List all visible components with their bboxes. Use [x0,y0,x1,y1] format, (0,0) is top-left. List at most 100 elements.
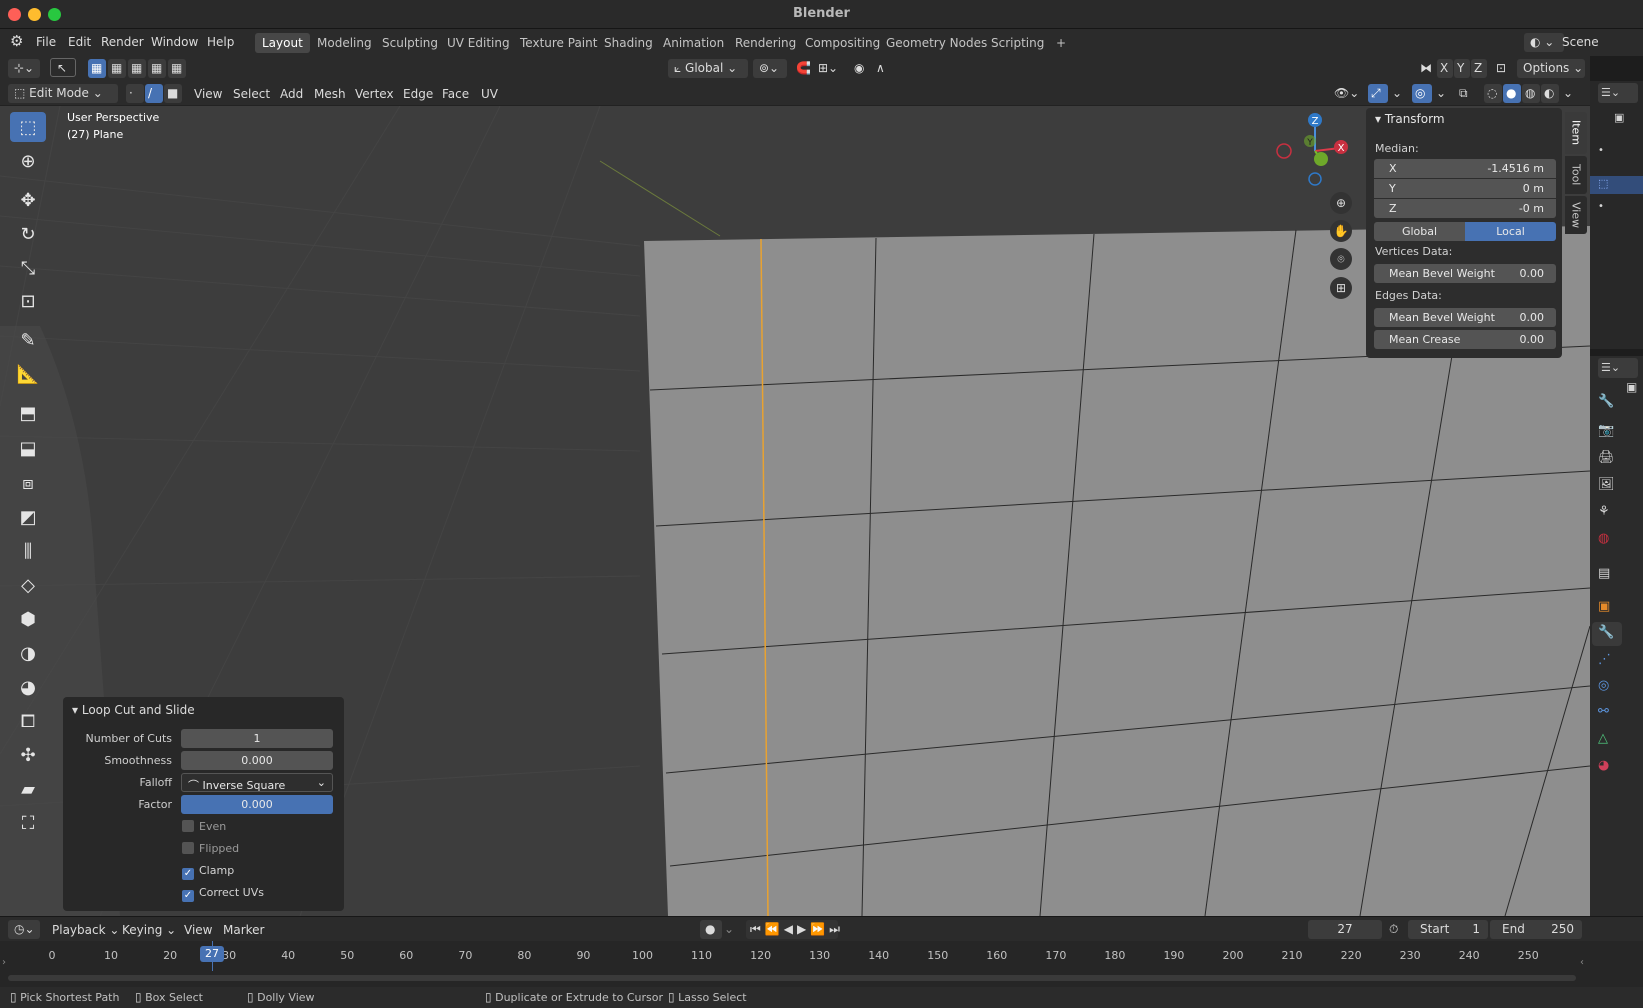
tab-compositing[interactable]: Compositing [798,33,887,53]
options-dropdown[interactable]: Options ⌄ [1517,59,1585,78]
material-properties-icon[interactable]: ◕ [1598,758,1609,773]
tab-item[interactable]: Item [1565,112,1587,154]
falloff-dropdown[interactable]: ⌒ Inverse Square ⌄ [181,773,333,792]
select-box-tool-icon[interactable]: ⬚ [10,112,46,142]
tab-rendering[interactable]: Rendering [728,33,803,53]
object-properties-icon[interactable]: ▣ [1598,599,1610,614]
select-mode-new-icon[interactable]: ▦ [88,59,106,78]
ortho-grid-icon[interactable]: ⊞ [1330,277,1352,299]
outliner-panel[interactable]: ☰⌄ ▣ ⬚ • • [1590,81,1643,349]
proportional-falloff-icon[interactable]: ∧ [870,59,900,78]
constraint-properties-icon[interactable]: ⚯ [1598,704,1609,719]
playback-controls[interactable]: ⏮⏪◀▶⏩⏭ [746,920,840,939]
current-frame-field[interactable]: 27 [1308,920,1382,939]
menu-edge[interactable]: Edge [403,87,433,101]
mirror-y-toggle[interactable]: Y [1454,59,1470,78]
median-z-field[interactable]: Z -0 m [1374,199,1556,218]
transform-panel-header[interactable]: ▾ Transform [1375,112,1445,126]
menu-vertex[interactable]: Vertex [355,87,394,101]
rotate-tool-icon[interactable]: ↻ [10,219,46,249]
end-frame-field[interactable]: End 250 [1490,920,1582,939]
data-properties-icon[interactable]: △ [1598,731,1608,746]
stopwatch-icon[interactable]: ⏱ [1389,922,1398,937]
menu-edit[interactable]: Edit [68,35,91,49]
edge-bevel-weight-field[interactable]: Mean Bevel Weight 0.00 [1374,308,1556,327]
shrink-fatten-tool-icon[interactable]: ✣ [10,740,46,770]
tab-animation[interactable]: Animation [656,33,731,53]
tab-shading[interactable]: Shading [597,33,660,53]
loop-cut-tool-icon[interactable]: ⫼ [10,536,46,566]
menu-view[interactable]: View [194,87,222,101]
modifier-properties-icon[interactable]: 🔧 [1592,622,1622,646]
pivot-point-icon[interactable]: ⊚⌄ [753,59,787,78]
checkmark-icon[interactable]: ✓ [182,868,194,880]
vertex-bevel-weight-field[interactable]: Mean Bevel Weight 0.00 [1374,264,1556,283]
menu-select[interactable]: Select [233,87,270,101]
tool-properties-icon[interactable]: 🔧 [1598,394,1614,409]
edge-select-icon[interactable]: / [145,84,163,103]
tab-layout[interactable]: Layout [255,33,310,53]
topology-mirror-icon[interactable]: ⊡ [1490,59,1512,78]
checkmark-icon[interactable]: ✓ [182,890,194,902]
correct-uvs-checkbox[interactable]: ✓ Correct UVs [182,886,264,902]
face-select-icon[interactable]: ■ [164,84,182,103]
flipped-checkbox-box[interactable] [182,842,194,854]
select-mode-invert-icon[interactable]: ▦ [148,59,166,78]
transform-orientation-dropdown[interactable]: ⟀ Global ⌄ [668,59,748,78]
global-toggle-button[interactable]: Global [1374,222,1465,241]
visibility-icon[interactable]: 👁⌄ [1328,84,1362,103]
wireframe-shading-icon[interactable]: ◌ [1484,84,1502,103]
gizmo-toggle-icon[interactable]: ⤢ [1368,84,1388,103]
world-properties-icon[interactable]: ◍ [1598,531,1609,546]
measure-tool-icon[interactable]: 📐 [10,359,46,389]
edge-slide-tool-icon[interactable]: ⧠ [10,706,46,736]
overlay-toggle-icon[interactable]: ◎ [1412,84,1432,103]
inset-tool-icon[interactable]: ⧈ [10,468,46,498]
timeline-editor-type-icon[interactable]: ◷⌄ [8,920,40,939]
mirror-x-toggle[interactable]: X [1437,59,1453,78]
proportional-edit-icon[interactable]: ◉ [848,59,868,78]
solid-shading-icon[interactable]: ● [1503,84,1521,103]
view-layer-properties-icon[interactable]: 🖼 [1598,477,1615,492]
extrude-tool-icon[interactable]: ⬓ [10,433,46,463]
timeline-area[interactable]: 0 10 20 30 40 50 60 70 80 90 100 110 120 130 140 150 160… [0,941,1643,987]
menu-playback[interactable]: Playback ⌄ [52,923,119,937]
playhead-frame-badge[interactable]: 27 [200,946,224,962]
menu-face[interactable]: Face [442,87,469,101]
factor-field[interactable]: 0.000 [181,795,333,814]
menu-uv[interactable]: UV [481,87,498,101]
transform-tool-icon[interactable]: ⊡ [10,286,46,316]
snap-target-icon[interactable]: ⊞⌄ [812,59,842,78]
tab-tool[interactable]: Tool [1565,156,1587,194]
scale-tool-icon[interactable]: ⤡ [10,253,46,283]
tab-scripting[interactable]: Scripting [984,33,1051,53]
median-x-field[interactable]: X -1.4516 m [1374,159,1556,178]
xray-toggle-icon[interactable]: ⧉ [1456,84,1476,103]
select-mode-intersect-icon[interactable]: ▦ [168,59,186,78]
menu-add[interactable]: Add [280,87,303,101]
snap-toggle-icon[interactable]: 🧲 [790,59,812,78]
blender-logo-icon[interactable]: ⚙ [10,32,23,50]
gizmo-dropdown-icon[interactable]: ⌄ [1390,84,1404,103]
physics-properties-icon[interactable]: ◎ [1598,678,1609,693]
number-of-cuts-field[interactable]: 1 [181,729,333,748]
mirror-icon[interactable]: ⧓ [1414,59,1436,78]
collection-properties-icon[interactable]: ▤ [1598,566,1610,581]
render-properties-icon[interactable]: 📷 [1598,423,1614,438]
select-mode-subtract-icon[interactable]: ▦ [128,59,146,78]
even-checkbox-box[interactable] [182,820,194,832]
select-mode-extend-icon[interactable]: ▦ [108,59,126,78]
menu-mesh[interactable]: Mesh [314,87,346,101]
edge-crease-field[interactable]: Mean Crease 0.00 [1374,330,1556,349]
poly-build-tool-icon[interactable]: ⬢ [10,604,46,634]
pan-hand-icon[interactable]: ✋ [1330,220,1352,242]
add-cube-tool-icon[interactable]: ⬒ [10,398,46,428]
spin-tool-icon[interactable]: ◑ [10,638,46,668]
camera-icon[interactable]: ⌾ [1330,248,1352,270]
material-shading-icon[interactable]: ◍ [1522,84,1540,103]
menu-marker[interactable]: Marker [223,923,264,937]
rendered-shading-icon[interactable]: ◐ [1541,84,1559,103]
tab-geometry-nodes[interactable]: Geometry Nodes [879,33,994,53]
outliner-editor-type-icon[interactable]: ☰⌄ [1598,83,1638,103]
menu-keying[interactable]: Keying ⌄ [122,923,176,937]
